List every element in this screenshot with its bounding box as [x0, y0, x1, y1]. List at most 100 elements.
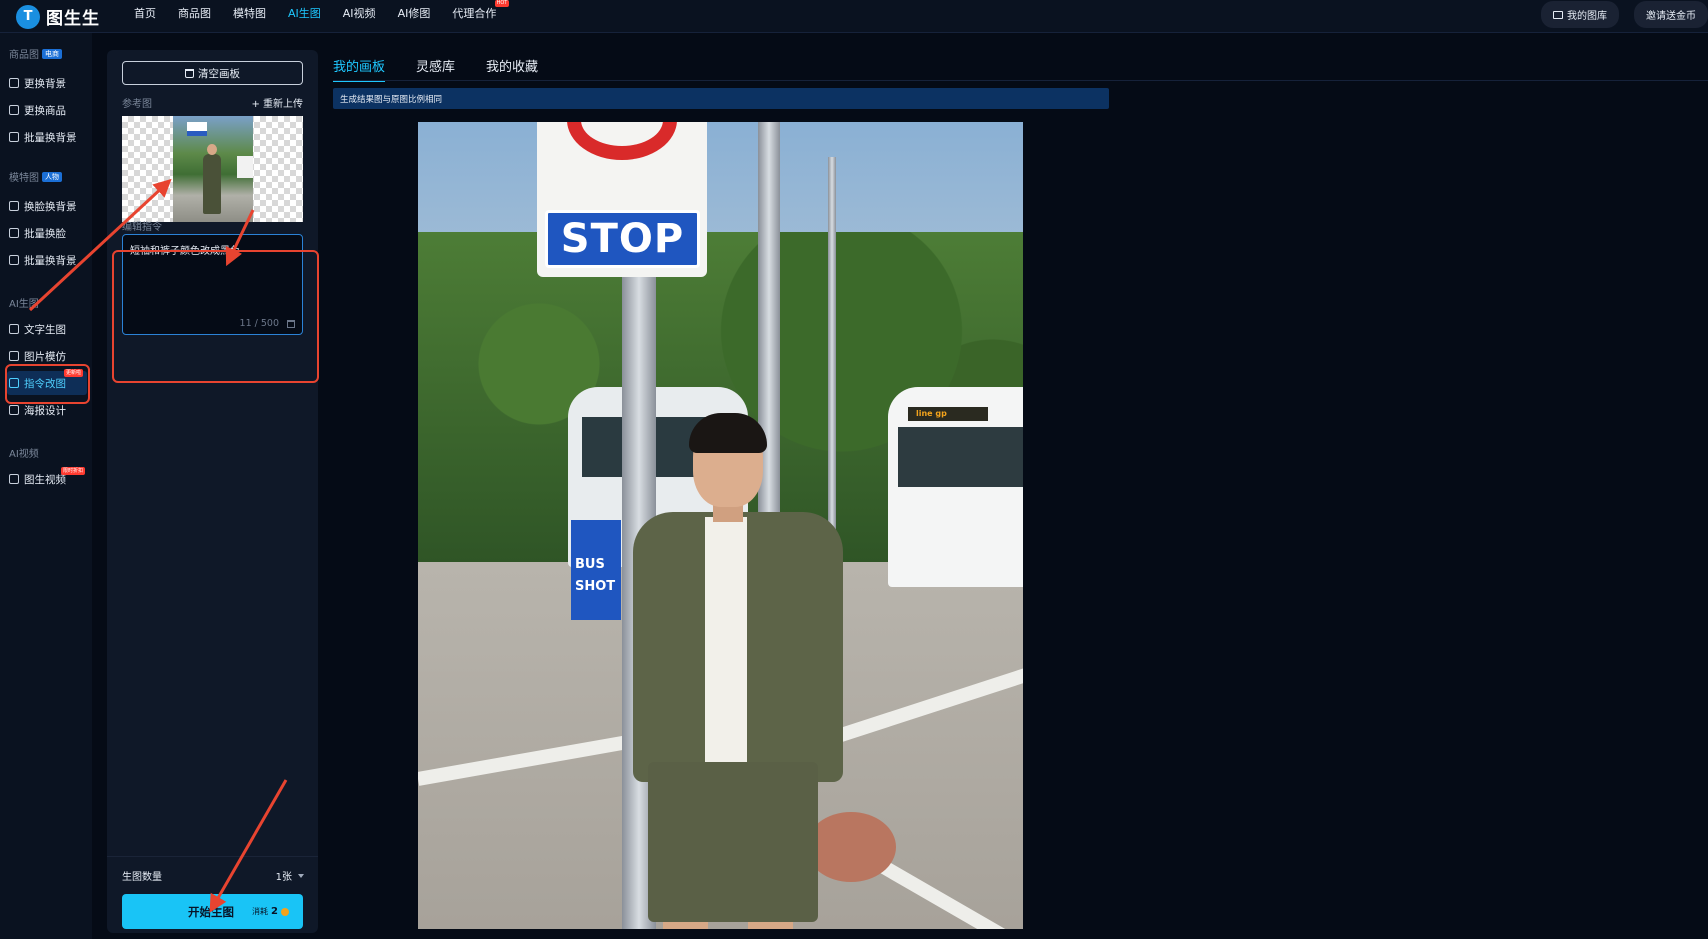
stop-sign-text: STOP: [545, 210, 700, 268]
image-mimic-icon: [9, 351, 19, 361]
video-icon: [9, 474, 19, 484]
sidebar-group-tag: 人物: [42, 171, 62, 182]
tab-underline: [333, 80, 1708, 81]
bus-window: [898, 427, 1023, 487]
cost-label: 消耗: [252, 907, 268, 916]
bus-led-display: line gp: [908, 407, 988, 421]
sidebar-item-label: 更换背景: [24, 77, 66, 90]
sidebar-item-image-mimic[interactable]: 图片模仿: [9, 346, 89, 366]
ref-bus: [237, 156, 253, 178]
tab-my-canvas[interactable]: 我的画板: [333, 56, 386, 82]
sidebar-item-face-bg[interactable]: 换脸换背景: [9, 196, 89, 216]
face-batch-icon: [9, 228, 19, 238]
image-swap-icon: [9, 78, 19, 88]
left-sidebar: 商品图 电商 更换背景 更换商品 批量换背景 模特图 人物 换脸换背景 批量换脸…: [0, 33, 92, 939]
command-label: 编辑指令: [122, 222, 162, 233]
quantity-value: 1张: [275, 872, 292, 883]
annotation-box-command: [112, 250, 319, 383]
cost-info: 消耗 2: [252, 906, 289, 917]
nav-product-image[interactable]: 商品图: [178, 5, 211, 21]
nav-home[interactable]: 首页: [134, 5, 156, 21]
sidebar-item-change-product[interactable]: 更换商品: [9, 100, 89, 120]
poster-icon: [9, 405, 19, 415]
ref-stop-sign: [187, 122, 207, 136]
coin-icon: [280, 907, 289, 916]
nav-agency[interactable]: 代理合作 HOT: [452, 0, 510, 21]
logo-text: 图生生: [46, 9, 100, 29]
sidebar-item-label: 图生视频: [24, 473, 66, 486]
sidebar-group-ai-video: AI视频: [9, 445, 39, 460]
sidebar-group-title: 模特图: [9, 173, 39, 184]
sidebar-item-batch-bg-2[interactable]: 批量换背景: [9, 250, 89, 270]
sidebar-group-ai-image: AI生图: [9, 295, 39, 310]
batch-bg-icon: [9, 255, 19, 265]
person-hair: [689, 413, 767, 453]
photo-person: [623, 413, 843, 929]
face-bg-icon: [9, 201, 19, 211]
reference-label: 参考图: [122, 99, 152, 110]
top-bar: T 图生生 首页 商品图 模特图 AI生图 AI视频 AI修图 代理合作 HOT…: [0, 0, 1708, 33]
main-tabs: 我的画板 灵感库 我的收藏: [333, 56, 538, 82]
quantity-label: 生图数量: [122, 872, 162, 883]
sidebar-item-label: 换脸换背景: [24, 200, 77, 213]
sidebar-item-text-to-image[interactable]: 文字生图: [9, 319, 89, 339]
logo-icon: T: [16, 4, 40, 29]
sidebar-item-batch-bg[interactable]: 批量换背景: [9, 127, 89, 147]
sidebar-item-label: 批量换背景: [24, 131, 77, 144]
nav-agency-label: 代理合作: [452, 7, 497, 20]
divider: [107, 856, 318, 857]
clear-canvas-label: 清空画板: [198, 67, 240, 80]
logo[interactable]: T 图生生: [16, 4, 100, 29]
my-gallery-button[interactable]: 我的图库: [1541, 1, 1619, 28]
nav-ai-retouch[interactable]: AI修图: [398, 5, 431, 21]
sidebar-item-label: 批量换脸: [24, 227, 66, 240]
text-image-icon: [9, 324, 19, 334]
reference-photo: [173, 116, 253, 222]
invite-button[interactable]: 邀请送金币: [1634, 1, 1708, 28]
sidebar-item-label: 海报设计: [24, 404, 66, 417]
person-shorts: [648, 762, 818, 922]
reference-image[interactable]: [122, 116, 303, 222]
nav-model-image[interactable]: 模特图: [233, 5, 266, 21]
main-nav: 首页 商品图 模特图 AI生图 AI视频 AI修图 代理合作 HOT: [134, 0, 510, 21]
clear-icon: [185, 68, 194, 78]
reupload-button[interactable]: + 重新上传: [251, 95, 303, 110]
sidebar-item-label: 批量换背景: [24, 254, 77, 267]
sidebar-item-change-bg[interactable]: 更换背景: [9, 73, 89, 93]
sidebar-item-label: 文字生图: [24, 323, 66, 336]
annotation-box-sidebar: [5, 364, 90, 404]
edit-panel: 清空画板 参考图 + 重新上传 编辑指令 短袖和裤子颜色改成黑色 11 / 50…: [107, 50, 318, 933]
ratio-notice: 生成结果图与原图比例相同: [333, 88, 1109, 109]
sidebar-group-title: AI视频: [9, 449, 39, 460]
batch-bg-icon: [9, 132, 19, 142]
start-generate-button[interactable]: 开始生图 消耗 2: [122, 894, 303, 929]
folder-icon: [1553, 10, 1563, 19]
nav-ai-image[interactable]: AI生图: [288, 5, 321, 21]
hot-badge: HOT: [494, 0, 510, 7]
tab-inspiration[interactable]: 灵感库: [416, 56, 455, 82]
quantity-select[interactable]: 1张: [276, 868, 304, 883]
result-image[interactable]: line gp BUS SHOT STOP: [418, 122, 1023, 929]
ref-person-head: [207, 144, 217, 155]
sidebar-item-batch-face[interactable]: 批量换脸: [9, 223, 89, 243]
sidebar-group-title: AI生图: [9, 299, 39, 310]
chevron-down-icon: [298, 873, 304, 878]
product-swap-icon: [9, 105, 19, 115]
person-tshirt: [705, 517, 747, 772]
sidebar-item-image-to-video[interactable]: 图生视频 限时折扣: [9, 467, 89, 489]
tab-favorites[interactable]: 我的收藏: [486, 56, 538, 82]
photo-bus-right: line gp: [888, 387, 1023, 587]
top-right-actions: 我的图库 邀请送金币: [1541, 1, 1708, 28]
photo-bus-sign: BUS SHOT: [571, 520, 621, 620]
discount-badge: 限时折扣: [60, 467, 85, 475]
my-gallery-label: 我的图库: [1567, 11, 1607, 22]
sidebar-group-title: 商品图: [9, 50, 39, 61]
photo-stop-sign: STOP: [537, 122, 707, 277]
ref-person: [203, 154, 221, 214]
nav-ai-video[interactable]: AI视频: [343, 5, 376, 21]
invite-label: 邀请送金币: [1646, 11, 1696, 22]
sidebar-group-product: 商品图 电商: [9, 46, 62, 61]
sidebar-group-model: 模特图 人物: [9, 169, 62, 184]
cost-value: 2: [271, 906, 278, 917]
clear-canvas-button[interactable]: 清空画板: [122, 61, 303, 85]
